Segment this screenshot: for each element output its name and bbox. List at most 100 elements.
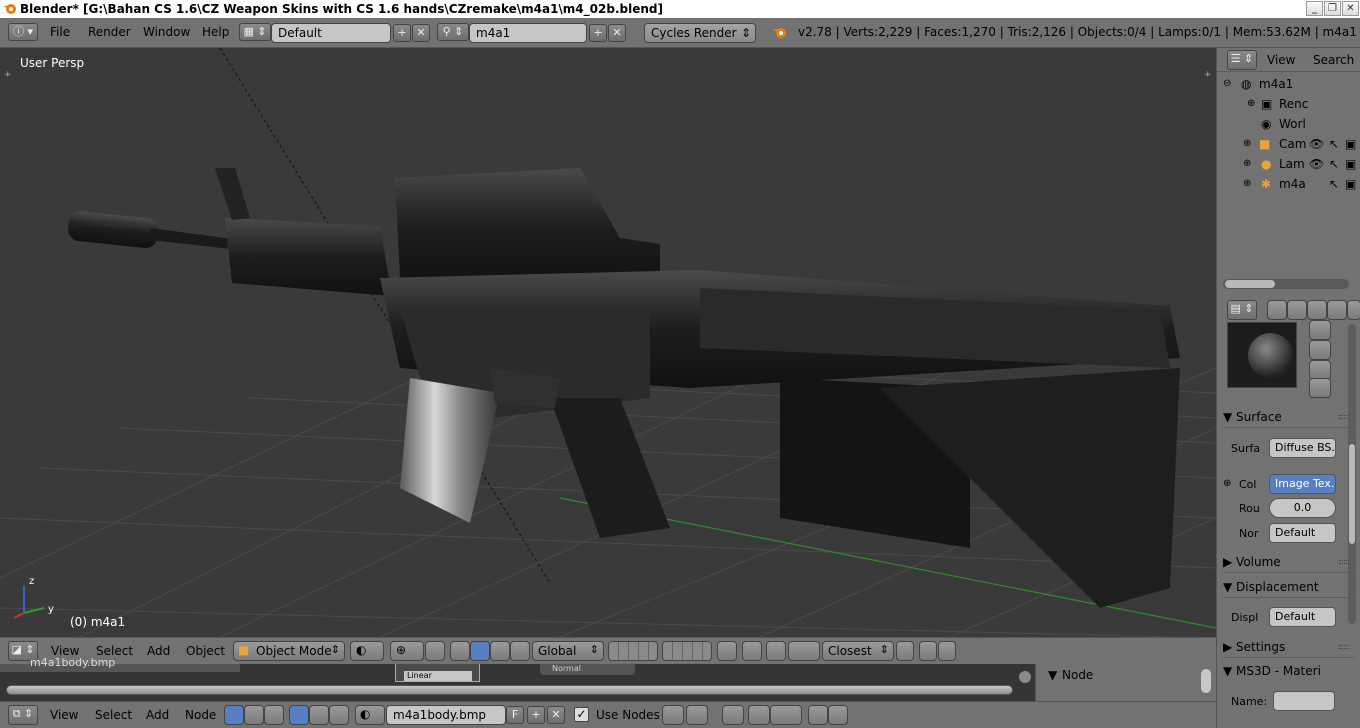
transform-orientation-select[interactable]: Global ⇕ xyxy=(532,641,604,661)
menu-add[interactable]: Add xyxy=(146,708,169,722)
scene-field[interactable]: m4a1 xyxy=(469,23,587,43)
outliner-row-armature[interactable]: ⊕ ✱ m4a · ↖ ▣ xyxy=(1217,174,1360,194)
normal-input-field[interactable]: Default xyxy=(1269,523,1336,543)
properties-scrollbar[interactable] xyxy=(1349,444,1355,544)
world-shader-icon[interactable] xyxy=(309,705,329,725)
paste-nodes-icon[interactable] xyxy=(828,705,848,725)
renderable-camera-icon[interactable]: ▣ xyxy=(1345,154,1356,174)
outliner-row-camera[interactable]: ⊕ ■ Cam 👁 ↖ ▣ xyxy=(1217,134,1360,154)
menu-object[interactable]: Object xyxy=(186,644,225,658)
menu-node[interactable]: Node xyxy=(185,708,216,722)
render-engine-select[interactable]: Cycles Render ⇕ xyxy=(644,23,756,43)
menu-search[interactable]: Search xyxy=(1313,53,1354,67)
minimize-button[interactable]: _ xyxy=(1306,1,1323,16)
ms3d-material-panel-header[interactable]: ▼ MS3D - Materi xyxy=(1223,660,1355,682)
object-shader-icon[interactable] xyxy=(289,705,309,725)
image-name-field[interactable]: m4a1body.bmp xyxy=(386,705,506,725)
translate-manipulator-icon[interactable] xyxy=(450,641,470,661)
snap-toggle-icon[interactable] xyxy=(748,705,770,725)
lock-camera-icon[interactable] xyxy=(717,641,737,661)
add-screen-icon[interactable]: + xyxy=(393,24,411,42)
displacement-input-field[interactable]: Default xyxy=(1269,607,1336,627)
expand-icon[interactable]: ⊕ xyxy=(1243,174,1251,194)
proportional-edit-icon[interactable] xyxy=(742,641,762,661)
menu-select[interactable]: Select xyxy=(95,708,132,722)
outliner-row-world[interactable]: ◉ Worl xyxy=(1217,114,1360,134)
roughness-slider[interactable]: 0.0 xyxy=(1269,498,1336,518)
texture-node[interactable]: m4a1body.bmp xyxy=(0,656,240,672)
scale-manipulator-icon[interactable] xyxy=(510,641,530,661)
color-input-field[interactable]: Image Tex... xyxy=(1269,474,1336,494)
snap-target-select[interactable]: Closest ⇕ xyxy=(822,641,894,661)
remove-screen-icon[interactable]: ✕ xyxy=(412,24,430,42)
arc-manipulator-icon[interactable] xyxy=(490,641,510,661)
remove-scene-icon[interactable]: ✕ xyxy=(608,24,626,42)
menu-file[interactable]: File xyxy=(50,25,70,39)
remove-material-icon[interactable]: ✕ xyxy=(547,706,565,724)
line-style-icon[interactable] xyxy=(329,705,349,725)
horizontal-scrollbar[interactable] xyxy=(6,685,1013,695)
drag-grip-icon[interactable] xyxy=(1339,645,1349,649)
surface-panel-header[interactable]: ▼ Surface xyxy=(1223,406,1355,428)
outliner-scrollbar[interactable] xyxy=(1225,280,1275,288)
region-corner-plus-icon[interactable]: + xyxy=(1204,70,1212,80)
backdrop-icon[interactable] xyxy=(722,705,744,725)
render-animation-icon[interactable] xyxy=(938,641,956,661)
texture-tree-icon[interactable] xyxy=(264,705,284,725)
close-window-button[interactable]: ✕ xyxy=(1342,1,1359,16)
3d-viewport[interactable]: User Persp z y (0) m4a1 + + xyxy=(0,48,1216,637)
editor-type-properties-icon[interactable]: ▤ ⇕ xyxy=(1227,300,1257,320)
screen-layout-icon[interactable]: ▦ ⇕ xyxy=(239,23,271,41)
menu-add[interactable]: Add xyxy=(147,644,170,658)
screen-layout-field[interactable]: Default xyxy=(271,23,391,43)
surface-shader-field[interactable]: Diffuse BS... xyxy=(1269,438,1336,458)
menu-window[interactable]: Window xyxy=(143,25,190,39)
volume-panel-header[interactable]: ▶ Volume xyxy=(1223,551,1355,573)
snap-element-select[interactable] xyxy=(770,705,802,725)
interpolation-field[interactable]: Linear xyxy=(404,671,472,681)
expand-icon[interactable]: ⊕ xyxy=(1243,154,1251,174)
manipulator-toggle[interactable] xyxy=(425,641,445,661)
editor-type-node-icon[interactable]: ⧉ ⇕ xyxy=(8,705,38,725)
scene-tab-icon[interactable] xyxy=(1307,300,1327,320)
pin-icon[interactable] xyxy=(662,705,684,725)
preview-hair-icon[interactable] xyxy=(1309,360,1331,380)
snap-toggle-icon[interactable] xyxy=(766,641,786,661)
expand-icon[interactable]: ⊕ xyxy=(1243,134,1251,154)
render-opengl-icon[interactable] xyxy=(919,641,937,661)
viewport-shading-select[interactable]: ◐ xyxy=(350,641,384,661)
scroll-circle-icon[interactable] xyxy=(1019,671,1031,683)
selectable-cursor-icon[interactable]: ↖ xyxy=(1329,154,1339,174)
pivot-point-select[interactable]: ⊕ xyxy=(390,641,424,661)
expand-icon[interactable]: ⊕ xyxy=(1247,94,1255,114)
object-tab-icon[interactable] xyxy=(1347,300,1360,320)
menu-help[interactable]: Help xyxy=(202,25,229,39)
snap-element-select[interactable] xyxy=(788,641,820,661)
collapse-icon[interactable]: ⊖ xyxy=(1223,74,1231,94)
selectable-cursor-icon[interactable]: ↖ xyxy=(1329,174,1339,194)
outliner-row-scene[interactable]: ⊖ ◍ m4a1 xyxy=(1217,74,1360,94)
material-name-field[interactable] xyxy=(1273,691,1335,711)
mode-select[interactable]: ■ Object Mode ⇕ xyxy=(233,641,345,661)
expand-icon[interactable]: ⊕ xyxy=(1223,478,1231,489)
preview-sphere-icon[interactable] xyxy=(1309,320,1331,340)
rotate-manipulator-icon[interactable] xyxy=(470,641,490,661)
editor-type-outliner-icon[interactable]: ☰ ⇕ xyxy=(1227,50,1257,70)
scene-icon[interactable]: ⚲ ⇕ xyxy=(437,23,469,41)
collapse-arrow-icon[interactable]: ▼ xyxy=(1048,668,1057,682)
layer-buttons-2[interactable] xyxy=(662,641,712,661)
settings-panel-header[interactable]: ▶ Settings xyxy=(1223,636,1355,658)
region-corner-plus-icon[interactable]: + xyxy=(4,70,12,80)
editor-type-info-icon[interactable]: ⓘ ▾ xyxy=(8,23,38,41)
selectable-cursor-icon[interactable]: ↖ xyxy=(1329,134,1339,154)
render-layers-tab-icon[interactable] xyxy=(1287,300,1307,320)
menu-view[interactable]: View xyxy=(1267,53,1295,67)
sidebar-scrollbar[interactable] xyxy=(1201,669,1211,693)
add-scene-icon[interactable]: + xyxy=(589,24,607,42)
menu-view[interactable]: View xyxy=(50,708,78,722)
fake-user-button[interactable]: F xyxy=(506,706,524,724)
shader-tree-icon[interactable] xyxy=(224,705,244,725)
use-nodes-checkbox[interactable]: ✓ xyxy=(574,707,589,722)
preview-monkey-icon[interactable] xyxy=(1309,340,1331,360)
displacement-panel-header[interactable]: ▼ Displacement xyxy=(1223,576,1355,598)
